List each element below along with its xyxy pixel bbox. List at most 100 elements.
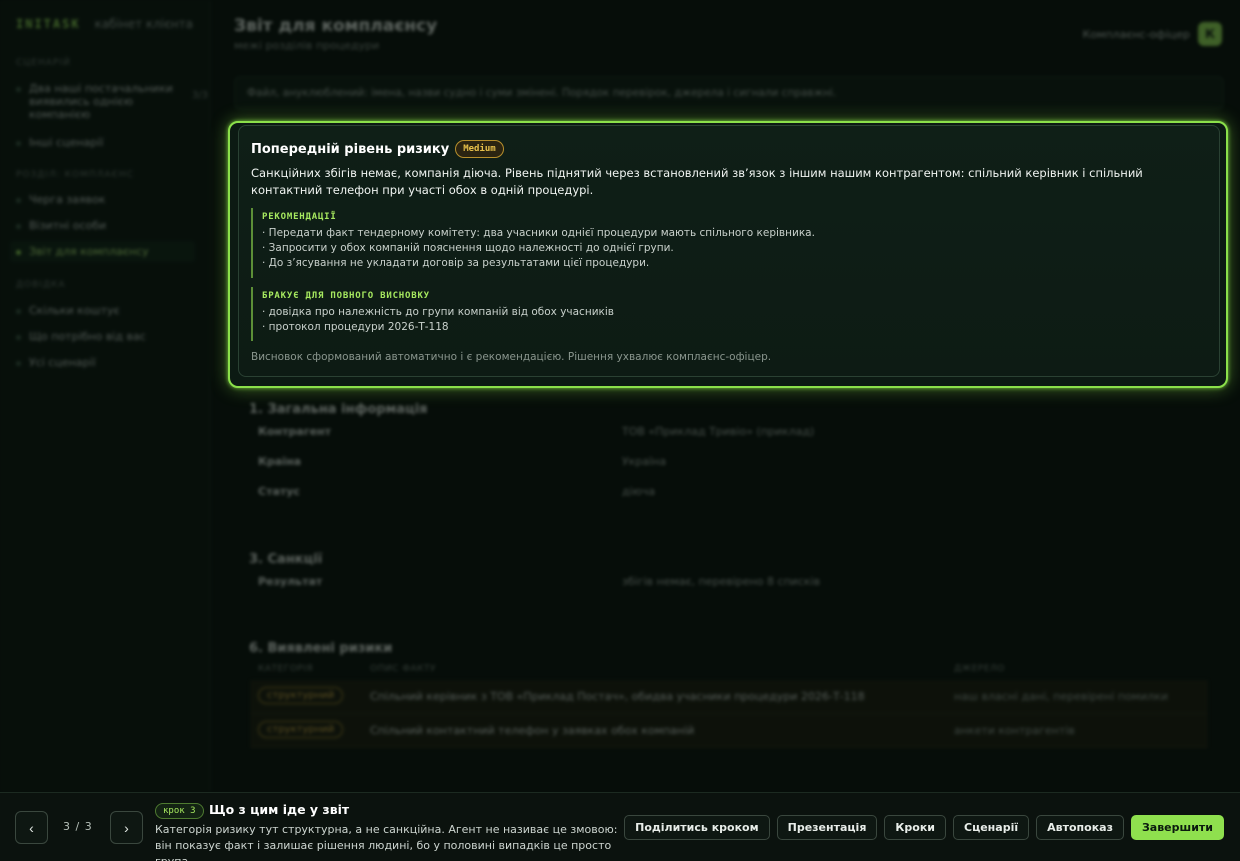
sidebar-item-current-scenario[interactable]: Два наші постачальники виявились однією … [16, 82, 208, 121]
risk-level-badge: Medium [455, 140, 504, 158]
step-title: Що з цим іде у звіт [209, 802, 350, 817]
sidebar-item-label: Два наші постачальники виявились однією … [29, 82, 173, 121]
share-step-button[interactable]: Поділитись кроком [624, 815, 770, 840]
sidebar-section-help: Довідка [16, 280, 66, 290]
page-subtitle: межі розділів процедури [234, 39, 380, 52]
risk-level-highlight: Попередній рівень ризику Medium Санкційн… [228, 121, 1228, 388]
user-menu[interactable]: Комплаєнс-офіцер К [1083, 22, 1222, 46]
section-title: 1. Загальна інформація [249, 402, 428, 417]
risk-summary: Санкційних збігів немає, компанія діюча.… [251, 166, 1143, 197]
scenarios-button[interactable]: Сценарії [953, 815, 1030, 840]
brand-subtitle: кабінет клієнта [94, 17, 193, 31]
main-content: Звіт для комплаєнсу межі розділів процед… [212, 0, 1240, 792]
finish-button[interactable]: Завершити [1130, 815, 1224, 840]
info-row: Результат збігів немає, перевірено 8 спи… [234, 567, 1224, 597]
risk-level-card: Попередній рівень ризику Medium Санкційн… [238, 125, 1220, 377]
recommendations-label: РЕКОМЕНДАЦІЇ [262, 212, 337, 222]
info-value: ТОВ «Приклад Тривіо» (приклад) [622, 425, 815, 438]
bullet-icon [16, 224, 21, 229]
missing-item: · протокол процедури 2026-Т-118 [262, 321, 449, 333]
column-header: КАТЕГОРІЯ [258, 664, 314, 674]
info-key: Статус [258, 485, 300, 498]
sidebar-item-pricing[interactable]: Скільки коштує [16, 304, 201, 317]
missing-data-block: БРАКУЄ ДЛЯ ПОВНОГО ВИСНОВКУ · довідка пр… [251, 287, 1211, 341]
info-key: Результат [258, 575, 323, 588]
progress-count: 3/3 [191, 90, 208, 101]
chevron-right-icon: › [124, 819, 129, 836]
chevron-left-icon: ‹ [29, 819, 34, 836]
sidebar-item-label: Усі сценарії [29, 356, 96, 369]
risk-source: анкети контрагентів [954, 724, 1075, 737]
table-row: структурний Спільний контактний телефон … [250, 714, 1208, 748]
autoplay-button[interactable]: Автопоказ [1036, 815, 1124, 840]
column-header: ДЖЕРЕЛО [954, 664, 1005, 674]
card-disclaimer: Висновок сформований автоматично і є рек… [251, 351, 772, 363]
info-value: збігів немає, перевірено 8 списків [622, 575, 821, 588]
table-row: структурний Спільний керівник з ТОВ «При… [250, 680, 1208, 714]
bullet-icon [16, 141, 21, 146]
prev-step-button[interactable]: ‹ [15, 811, 48, 844]
step-counter: 3 / 3 [63, 820, 93, 833]
presentation-button[interactable]: Презентація [776, 815, 878, 840]
info-row: Контрагент ТОВ «Приклад Тривіо» (приклад… [234, 417, 1224, 447]
info-value: діюча [622, 485, 656, 498]
info-value: Україна [622, 455, 667, 468]
bullet-icon [16, 87, 21, 92]
sidebar-item-label: Що потрібно від вас [29, 330, 146, 343]
page-title: Звіт для комплаєнсу [234, 16, 438, 36]
info-key: Контрагент [258, 425, 332, 438]
info-row: Статус діюча [234, 477, 1224, 507]
bullet-icon [16, 309, 21, 314]
section-general: 1. Загальна інформація Контрагент ТОВ «П… [234, 402, 1224, 507]
info-row: Країна Україна [234, 447, 1224, 477]
sidebar-item-requirements[interactable]: Що потрібно від вас [16, 330, 201, 343]
table-header: КАТЕГОРІЯ ОПИС ФАКТУ ДЖЕРЕЛО [234, 656, 1224, 680]
info-key: Країна [258, 455, 302, 468]
section-sanctions: 3. Санкції Результат збігів немає, перев… [234, 552, 1224, 597]
bullet-icon [16, 335, 21, 340]
recommendation-item: · Запросити у обох компаній пояснення що… [262, 242, 674, 254]
category-badge: структурний [258, 687, 344, 704]
next-step-button[interactable]: › [110, 811, 143, 844]
avatar[interactable]: К [1198, 22, 1222, 46]
bullet-icon [16, 250, 21, 255]
sidebar: INITASK кабінет клієнта Сценарій Два наш… [0, 0, 211, 792]
sidebar-item-persons[interactable]: Візитні особи [16, 219, 201, 232]
brand-logo[interactable]: INITASK [16, 17, 81, 31]
tour-bar: ‹ 3 / 3 › крок 3 Що з цим іде у звіт Кат… [0, 792, 1240, 861]
bullet-icon [16, 361, 21, 366]
app: INITASK кабінет клієнта Сценарій Два наш… [0, 0, 1240, 861]
hint-bar: Файл, ануклюблений: імена, назви судно і… [234, 76, 1224, 110]
recommendations-block: РЕКОМЕНДАЦІЇ · Передати факт тендерному … [251, 208, 1211, 278]
bullet-icon [16, 198, 21, 203]
sidebar-item-label: Черга заявок [29, 193, 106, 206]
sidebar-item-label: Скільки коштує [29, 304, 120, 317]
section-title: 6. Виявлені ризики [249, 641, 393, 656]
risk-description: Спільний контактний телефон у заявках об… [370, 724, 695, 737]
sidebar-section-compliance: Розділ: Комплаєнс [16, 170, 134, 180]
step-description: Категорія ризику тут структурна, а не са… [155, 823, 618, 861]
card-title: Попередній рівень ризику Medium [251, 140, 504, 158]
card-title-text: Попередній рівень ризику [251, 141, 450, 157]
missing-data-label: БРАКУЄ ДЛЯ ПОВНОГО ВИСНОВКУ [262, 291, 430, 301]
recommendation-item: · Передати факт тендерному комітету: два… [262, 227, 815, 239]
sidebar-item-other-scenarios[interactable]: Інші сценарії [16, 136, 201, 149]
category-badge: структурний [258, 721, 344, 738]
recommendation-item: · До з’ясування не укладати договір за р… [262, 257, 650, 269]
brand: INITASK кабінет клієнта [16, 17, 193, 31]
sidebar-item-queue[interactable]: Черга заявок [16, 193, 201, 206]
risk-description: Спільний керівник з ТОВ «Приклад Постач»… [370, 690, 865, 703]
sidebar-item-label: Візитні особи [29, 219, 107, 232]
step-badge: крок 3 [155, 803, 204, 819]
section-title: 3. Санкції [249, 552, 323, 567]
steps-button[interactable]: Кроки [884, 815, 946, 840]
user-role: Комплаєнс-офіцер [1082, 27, 1190, 41]
sidebar-item-all-scenarios[interactable]: Усі сценарії [16, 356, 201, 369]
sidebar-section-scenario: Сценарій [16, 58, 71, 68]
sidebar-item-label: Інші сценарії [29, 136, 104, 149]
section-risks: 6. Виявлені ризики КАТЕГОРІЯ ОПИС ФАКТУ … [234, 641, 1224, 748]
sidebar-item-compliance-report[interactable]: Звіт для комплаєнсу [10, 241, 195, 262]
missing-item: · довідка про належність до групи компан… [262, 306, 614, 318]
sidebar-item-label: Звіт для комплаєнсу [29, 245, 149, 258]
risk-source: наш власні дані, перевірені помилки [954, 690, 1169, 703]
